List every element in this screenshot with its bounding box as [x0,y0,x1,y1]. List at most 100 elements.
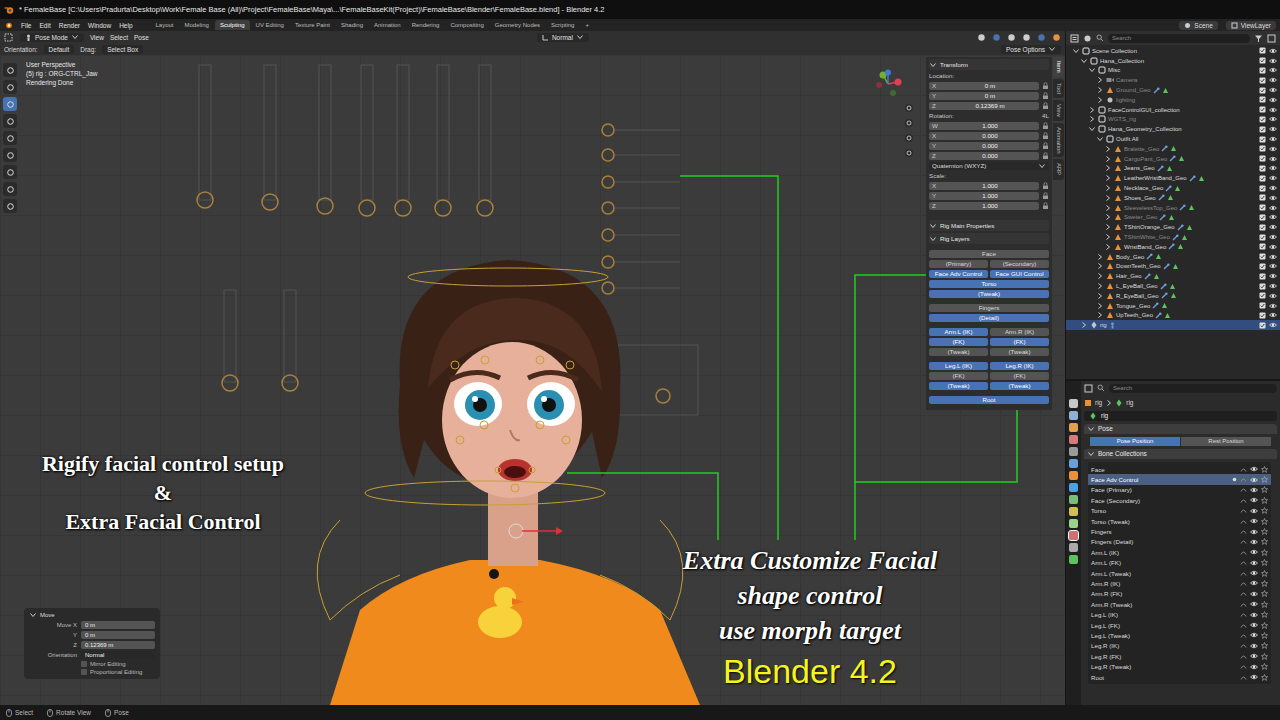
menu-item[interactable]: Window [88,22,111,29]
item-label[interactable]: rig [1100,322,1107,328]
outliner-row[interactable]: Camera [1066,75,1280,85]
sidebar-tab[interactable]: Animation [1053,123,1064,158]
panel-header[interactable]: Rig Main Properties [929,220,1049,231]
layer-toggle[interactable]: Leg.R (IK) [990,362,1049,370]
collection-label[interactable]: Arm.L (FK) [1091,559,1121,566]
properties-tab-icon[interactable] [1069,555,1078,564]
item-label[interactable]: SleevelessTop_Geo [1124,205,1177,211]
collection-label[interactable]: Arm.R (IK) [1091,580,1120,587]
properties-tab-icon[interactable] [1069,471,1078,480]
layer-label[interactable]: (Secondary) [1003,260,1037,267]
move-field[interactable]: 0.12369 m [81,641,155,649]
properties-tab-icon[interactable] [1069,411,1078,420]
item-label[interactable]: Body_Geo [1116,254,1144,260]
panel-title[interactable]: Transform [940,60,968,69]
layer-toggle[interactable]: Fingers [929,304,1049,312]
3d-viewport[interactable]: User Perspective(5) rig : ORG-CTRL_JawRe… [0,55,1065,705]
item-label[interactable]: Misc [1108,67,1120,73]
field-value[interactable]: 1.000 [944,122,1036,130]
outliner-row[interactable]: SleevelessTop_Geo [1066,203,1280,213]
workspace-tab[interactable]: Geometry Nodes [490,20,545,30]
collection-label[interactable]: Arm.L (IK) [1091,549,1119,556]
properties-tab-icon[interactable] [1069,459,1078,468]
sidebar-tab[interactable]: Item [1053,57,1064,77]
properties-tab-icon[interactable] [1069,423,1078,432]
layer-toggle[interactable]: (Tweak) [990,348,1049,356]
menu-item[interactable]: Render [59,22,80,29]
scene-selector[interactable]: Scene [1179,21,1217,30]
checkbox-label[interactable]: Proportional Editing [90,669,142,675]
number-field[interactable]: W1.000 [929,122,1039,130]
collection-label[interactable]: Face (Primary) [1091,486,1132,493]
bone-collection-row[interactable]: Fingers (Detail) [1088,537,1271,547]
annotate-tool[interactable] [3,165,17,179]
item-label[interactable]: Bralette_Geo [1124,146,1159,152]
select-tool[interactable] [3,63,17,77]
outliner-row[interactable]: Hana_Geometry_Collection [1066,124,1280,134]
sidebar-tab[interactable]: Tool [1053,79,1064,98]
item-label[interactable]: Hair_Geo [1116,273,1142,279]
collection-label[interactable]: Arm.R (FK) [1091,590,1122,597]
orientation-dropdown[interactable]: Normal [81,651,155,659]
panel-header[interactable]: Bone Collections [1084,449,1277,459]
workspace-tab[interactable]: Layout [151,20,179,30]
collection-label[interactable]: Leg.L (IK) [1091,611,1118,618]
layer-toggle[interactable]: (Primary) [929,260,988,268]
layer-toggle[interactable]: (Tweak) [929,348,988,356]
outliner-row[interactable]: Outfit All [1066,134,1280,144]
layer-label[interactable]: Face [982,250,996,257]
number-field[interactable]: X1.000 [929,182,1039,190]
outliner-row[interactable]: FaceControlGUI_collection [1066,105,1280,115]
outliner-row[interactable]: UpTeeth_Geo [1066,311,1280,321]
layer-toggle[interactable]: (Tweak) [929,382,988,390]
bone-collection-row[interactable]: Fingers [1088,526,1271,536]
bone-collection-row[interactable]: Leg.L (Tweak) [1088,630,1271,640]
checkbox[interactable] [81,661,87,667]
bone-collection-row[interactable]: Arm.R (Tweak) [1088,599,1271,609]
outliner-row[interactable]: Body_Geo [1066,252,1280,262]
layer-label[interactable]: (FK) [952,338,964,345]
outliner-row[interactable]: Scene Collection [1066,46,1280,56]
layer-toggle[interactable]: Arm.R (IK) [990,328,1049,336]
position-button[interactable]: Rest Position [1181,437,1271,446]
item-label[interactable]: WGTS_rig [1108,116,1136,122]
orientation-dropdown[interactable]: Default [44,45,75,54]
item-label[interactable]: UpTeeth_Geo [1116,312,1153,318]
view-layer-name[interactable]: ViewLayer [1241,22,1271,29]
collection-label[interactable]: Torso (Tweak) [1091,518,1130,525]
item-label[interactable]: Ground_Geo [1116,87,1151,93]
properties-tab-icon[interactable] [1069,447,1078,456]
outliner-search[interactable] [1108,34,1250,43]
drag-value[interactable]: Select Box [107,45,138,54]
panel-title[interactable]: Rig Main Properties [940,221,994,230]
field-value[interactable]: 0.000 [944,152,1036,160]
header-menu[interactable]: Pose [134,34,149,41]
outliner-row[interactable]: TShirtWhite_Geo [1066,232,1280,242]
layer-label[interactable]: Face Adv Control [935,270,982,277]
properties-tab-icon[interactable] [1069,507,1078,516]
outliner-row[interactable]: Bralette_Geo [1066,144,1280,154]
outliner-row[interactable]: Sweter_Geo [1066,213,1280,223]
layer-label[interactable]: (Tweak) [978,290,1000,297]
bone-collection-row[interactable]: Leg.R (Tweak) [1088,661,1271,671]
item-label[interactable]: L_EyeBall_Geo [1116,283,1158,289]
layer-toggle[interactable]: Arm.L (IK) [929,328,988,336]
workspace-tab[interactable]: + [580,20,594,30]
layer-toggle[interactable]: (FK) [929,372,988,380]
outliner-row[interactable]: WristBand_Geo [1066,242,1280,252]
panel-title[interactable]: Bone Collections [1098,449,1147,459]
sidebar-tab[interactable]: View [1053,100,1064,121]
layer-label[interactable]: (Tweak) [947,382,969,389]
item-label[interactable]: Necklace_Geo [1124,185,1163,191]
properties-tab-icon[interactable] [1069,399,1078,408]
number-field[interactable]: X0.000 [929,132,1039,140]
panel-title[interactable]: Pose [1098,424,1113,434]
header-menu[interactable]: View [90,34,104,41]
outliner-row[interactable]: Ground_Geo [1066,85,1280,95]
layer-label[interactable]: (Tweak) [1008,382,1030,389]
collection-label[interactable]: Face (Secondary) [1091,497,1140,504]
layer-toggle[interactable]: Torso [929,280,1049,288]
bone-collection-row[interactable]: Leg.R (IK) [1088,641,1271,651]
pose-options-label[interactable]: Pose Options [1006,45,1045,54]
view-layer-selector[interactable]: ViewLayer [1226,21,1276,30]
